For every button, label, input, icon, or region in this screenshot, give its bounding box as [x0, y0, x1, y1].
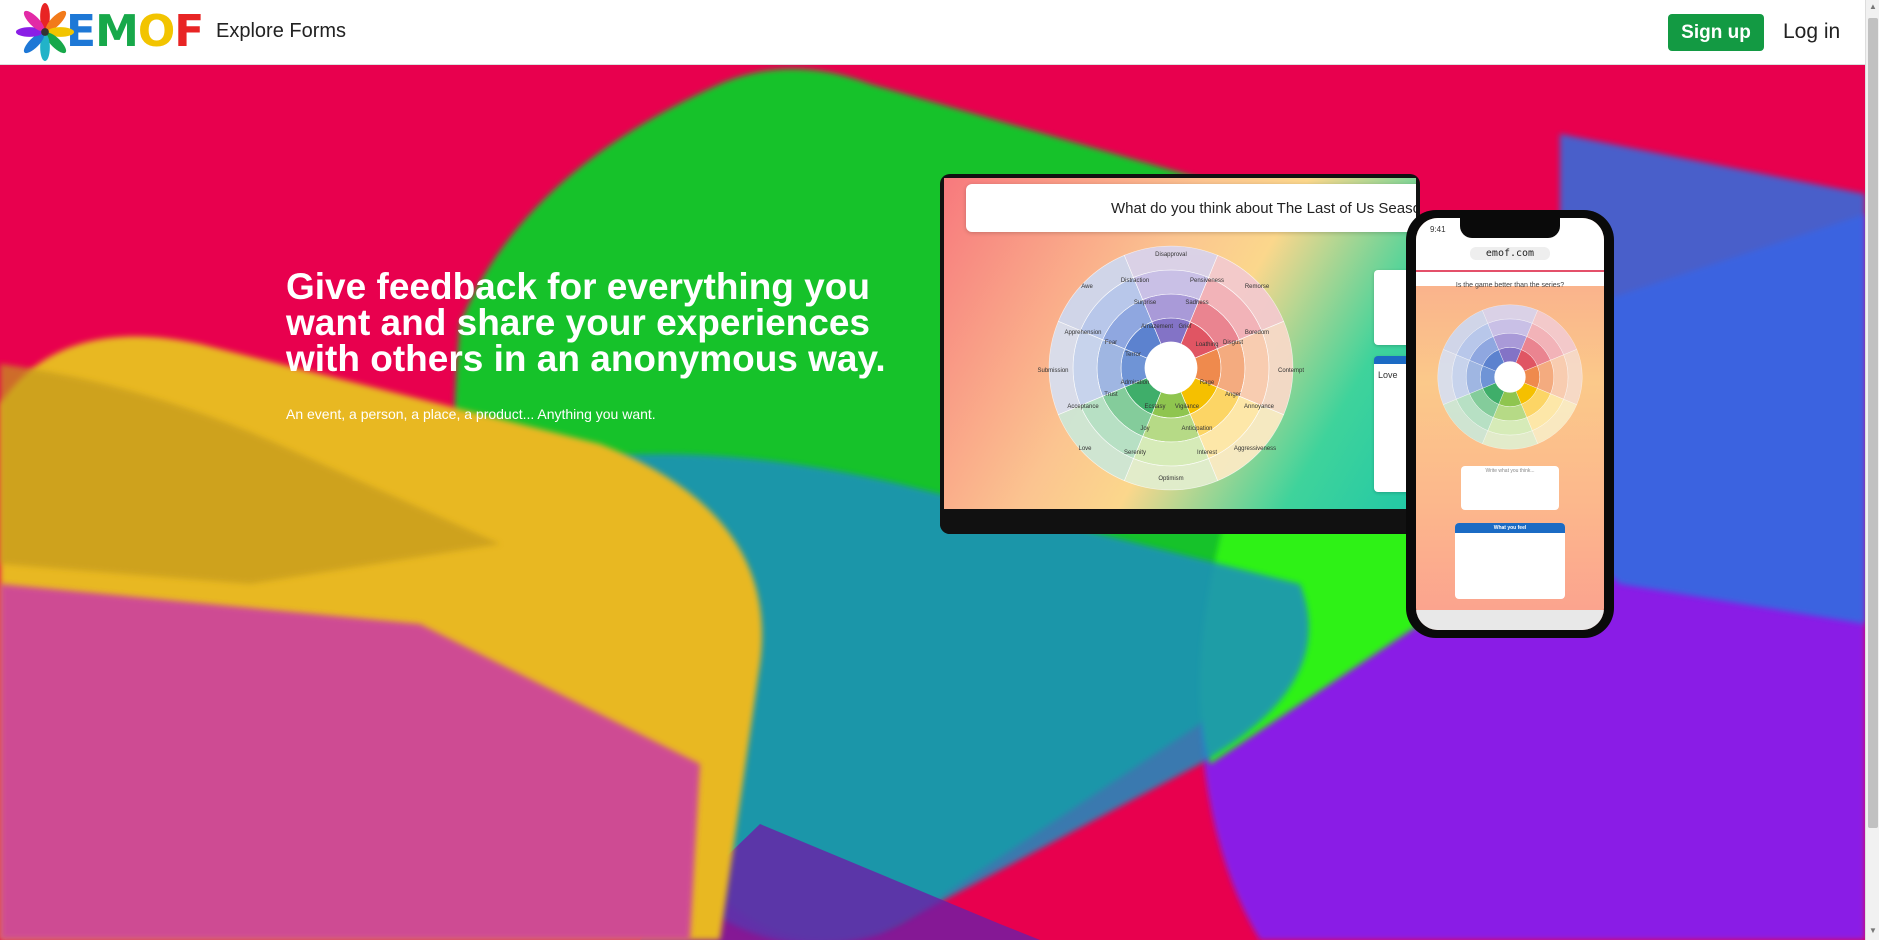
phone-notch [1460, 218, 1560, 238]
wheel-label: Rage [1200, 380, 1215, 386]
phone-feel-card-title: What you feel [1455, 523, 1565, 533]
explore-forms-link[interactable]: Explore Forms [216, 20, 346, 43]
wheel-label: Annoyance [1244, 404, 1275, 410]
wheel-label: Distraction [1121, 278, 1149, 284]
phone-bottom-bar [1416, 610, 1604, 630]
wheel-label: Apprehension [1064, 330, 1101, 336]
wheel-label: Love [1078, 446, 1092, 452]
wheel-label: Submission [1037, 368, 1068, 374]
emof-logo[interactable]: EMOF [14, 0, 204, 64]
page-scrollbar[interactable]: ▲ ▼ [1865, 0, 1879, 940]
wheel-label: Surprise [1134, 300, 1157, 306]
wheel-label: Contempt [1278, 368, 1304, 374]
scroll-up-icon[interactable]: ▲ [1869, 2, 1877, 11]
tablet-question-card: What do you think about The Last of Us S… [966, 184, 1416, 232]
top-navbar: EMOF Explore Forms Sign up Log in [0, 0, 1865, 65]
tablet-mockup: What do you think about The Last of Us S… [940, 174, 1420, 534]
hero-section: Give feedback for everything you want an… [0, 64, 1865, 940]
wheel-label: Interest [1197, 450, 1217, 456]
emotion-wheel: Disapproval Awe Distraction Pensiveness Remo… [1037, 245, 1304, 491]
wheel-label: Grief [1178, 324, 1191, 330]
hero-subtitle: An event, a person, a place, a product..… [286, 406, 656, 422]
phone-emotion-wheel [1437, 304, 1583, 450]
phone-question: Is the game better than the series? [1416, 270, 1604, 289]
tablet-screen: What do you think about The Last of Us S… [944, 178, 1416, 509]
wheel-label: Pensiveness [1190, 278, 1224, 284]
wheel-label: Disapproval [1155, 252, 1187, 258]
wheel-label: Admiration [1121, 380, 1150, 386]
wheel-label: Anger [1225, 392, 1241, 398]
scroll-thumb[interactable] [1868, 18, 1878, 828]
login-link[interactable]: Log in [1783, 20, 1840, 44]
wheel-label: Serenity [1124, 450, 1146, 456]
wheel-label: Acceptance [1067, 404, 1099, 410]
wheel-label: Boredom [1245, 330, 1269, 336]
flower-logo-icon [15, 2, 75, 62]
wheel-label: Fear [1105, 340, 1117, 346]
wheel-label: Joy [1140, 426, 1149, 432]
phone-url-bar: emof.com [1470, 247, 1550, 260]
scroll-down-icon[interactable]: ▼ [1869, 926, 1877, 935]
wheel-label: Vigilance [1175, 404, 1200, 410]
wheel-label: Terror [1125, 352, 1141, 358]
wheel-label: Anticipation [1181, 426, 1212, 432]
wheel-label: Optimism [1158, 476, 1183, 482]
phone-screen: 9:41 emof.com Is the game better than th… [1416, 218, 1604, 630]
wheel-label: Trust [1104, 392, 1118, 398]
wheel-label: Aggressiveness [1234, 446, 1276, 452]
wheel-label: Disgust [1223, 340, 1243, 346]
phone-feel-card: What you feel [1455, 523, 1565, 599]
wheel-label: Amazement [1141, 324, 1173, 330]
wheel-label: Sadness [1185, 300, 1208, 306]
phone-mockup: 9:41 emof.com Is the game better than th… [1406, 210, 1614, 638]
phone-time: 9:41 [1430, 225, 1446, 234]
phone-textbox[interactable]: Write what you think... [1461, 466, 1559, 510]
wheel-label: Remorse [1245, 284, 1270, 290]
signup-button[interactable]: Sign up [1668, 14, 1764, 51]
wheel-label: Ecstasy [1144, 404, 1165, 410]
wheel-label: Awe [1081, 284, 1093, 290]
tablet-bezel-bottom [940, 509, 1420, 534]
wheel-label: Loathing [1195, 342, 1218, 348]
logo-wordmark: EMOF [66, 6, 204, 57]
hero-headline: Give feedback for everything you want an… [286, 266, 886, 379]
